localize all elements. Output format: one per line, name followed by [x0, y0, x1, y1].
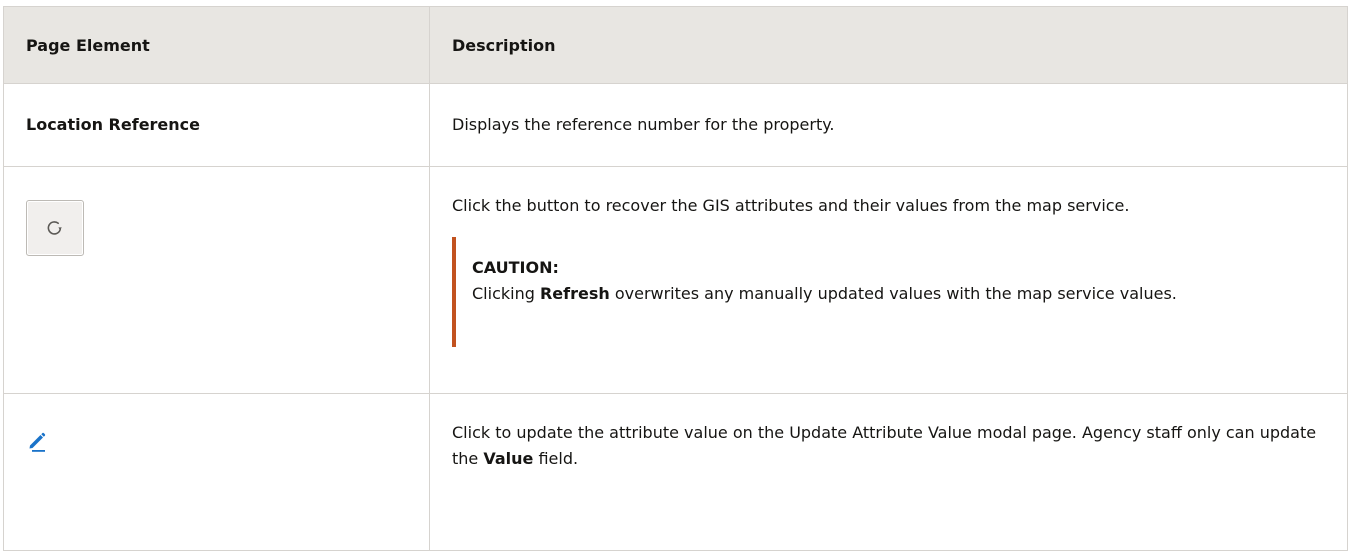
refresh-icon [47, 221, 62, 235]
pencil-icon [29, 432, 46, 452]
description-cell: Click to update the attribute value on t… [429, 393, 1348, 551]
element-cell [3, 166, 430, 394]
edit-button[interactable] [26, 430, 48, 456]
page-elements-table: Page Element Description Location Refere… [3, 6, 1348, 551]
location-reference-description: Displays the reference number for the pr… [452, 115, 835, 134]
table-header-row: Page Element Description [3, 6, 1348, 84]
description-cell: Displays the reference number for the pr… [429, 83, 1348, 167]
element-cell [3, 393, 430, 551]
table-row: Click to update the attribute value on t… [3, 393, 1348, 551]
description-cell: Click the button to recover the GIS attr… [429, 166, 1348, 394]
header-page-element: Page Element [3, 6, 430, 84]
edit-description: Click to update the attribute value on t… [452, 423, 1317, 468]
location-reference-label: Location Reference [26, 115, 201, 134]
value-field-bold: Value [483, 449, 534, 468]
refresh-button[interactable] [26, 200, 84, 256]
table-row: Click the button to recover the GIS attr… [3, 166, 1348, 394]
header-description: Description [429, 6, 1348, 84]
refresh-description: Click the button to recover the GIS attr… [452, 196, 1130, 215]
caution-text: Clicking Refresh overwrites any manually… [472, 284, 1177, 303]
caution-note: CAUTION: Clicking Refresh overwrites any… [452, 237, 1325, 347]
caution-title: CAUTION: [472, 258, 559, 277]
element-cell: Location Reference [3, 83, 430, 167]
table-row: Location Reference Displays the referenc… [3, 83, 1348, 167]
caution-bold-refresh: Refresh [539, 284, 610, 303]
